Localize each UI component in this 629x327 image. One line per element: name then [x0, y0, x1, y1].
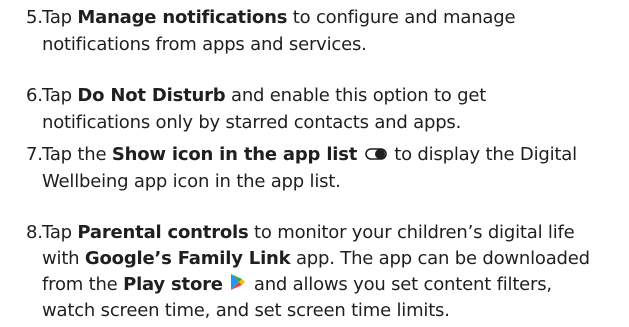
play-store-label: Play store — [123, 274, 223, 295]
show-icon-in-app-list-label: Show icon in the app list — [111, 144, 358, 165]
parental-controls-label: Parental controls — [77, 222, 249, 243]
step-text: Tap the — [42, 144, 112, 165]
step-line: notifications only by starred contacts a… — [42, 112, 462, 133]
step-text: to display the Digital — [388, 144, 577, 165]
step-text: Tap — [42, 222, 78, 243]
play-store-icon — [230, 273, 246, 298]
do-not-disturb-label: Do Not Disturb — [77, 85, 226, 106]
manage-notifications-label: Manage notifications — [77, 7, 288, 28]
step-line: with Google’s Family Link app. The app c… — [42, 246, 590, 271]
toggle-switch-icon — [364, 143, 387, 168]
family-link-label: Google’s Family Link — [84, 248, 291, 269]
step-text: app. The app can be downloaded — [290, 248, 590, 269]
step-text: with — [42, 248, 85, 269]
step-text: Tap — [42, 85, 78, 106]
step-line: notifications from apps and services. — [42, 34, 367, 55]
step-line: Tap Manage notifications to configure an… — [42, 5, 516, 30]
step-text: Tap — [42, 7, 78, 28]
step-text: to configure and manage — [287, 7, 516, 28]
step-line: from the Play store and allows you set c… — [42, 272, 552, 297]
step-line: watch screen time, and set screen time l… — [42, 300, 450, 321]
step-line: Wellbeing app icon in the app list. — [42, 171, 341, 192]
step-line: Tap the Show icon in the app list to dis… — [42, 142, 577, 167]
step-text: to monitor your children’s digital life — [248, 222, 575, 243]
step-text: and enable this option to get — [225, 85, 487, 106]
step-text: and allows you set content filters, — [248, 274, 552, 295]
step-text: from the — [42, 274, 124, 295]
step-line: Tap Do Not Disturb and enable this optio… — [42, 83, 486, 108]
step-line: Tap Parental controls to monitor your ch… — [42, 220, 575, 245]
